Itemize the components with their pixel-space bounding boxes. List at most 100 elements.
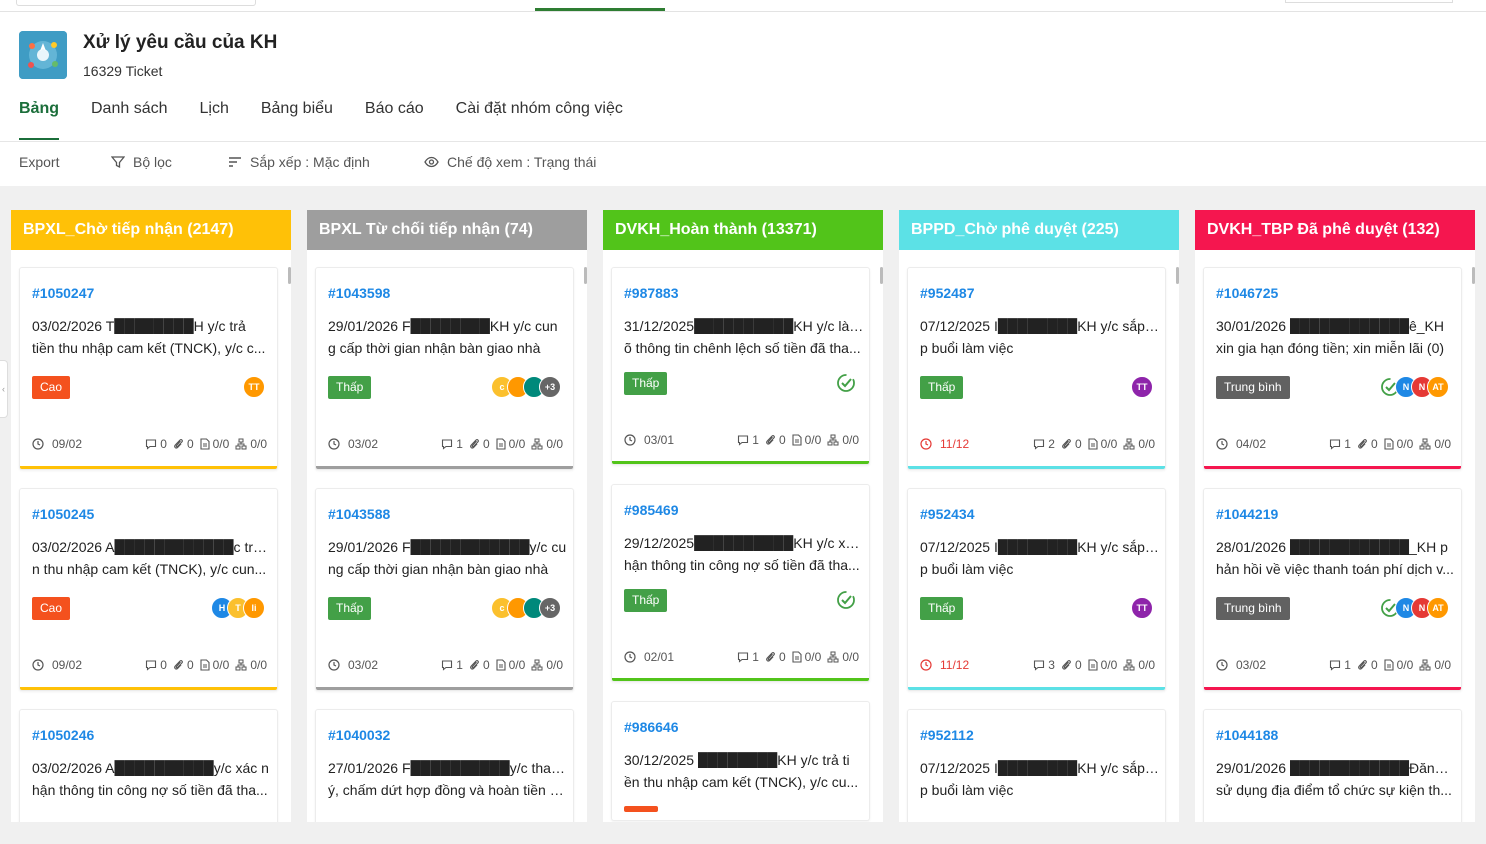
- export-button[interactable]: Export: [19, 154, 59, 170]
- paperclip-icon: [469, 659, 483, 671]
- ticket-desc-line-2: hận thông tin công nợ số tiền đã tha...: [624, 557, 860, 573]
- top-right-control[interactable]: [1285, 0, 1453, 3]
- kanban-board: BPXL_Chờ tiếp nhận (2147) #1050247 03/02/2…: [0, 186, 1486, 844]
- due-date-text: 04/02: [1236, 437, 1267, 451]
- ticket-desc-line-1: 03/02/2026 A██████████y/c xác n: [32, 760, 269, 776]
- avatar[interactable]: TT: [243, 376, 265, 398]
- avatar[interactable]: AT: [1427, 597, 1449, 619]
- ticket-card[interactable]: #1043598 29/01/2026 F████████KH y/c cun g …: [315, 267, 574, 470]
- ticket-card[interactable]: #1046725 30/01/2026 ████████████ê_KH xin g…: [1203, 267, 1462, 470]
- ticket-card[interactable]: #1050245 03/02/2026 A████████████c trả ti…: [19, 488, 278, 691]
- ticket-id[interactable]: #952112: [920, 727, 974, 743]
- document-count-text: 0/0: [212, 437, 230, 451]
- avatar[interactable]: TT: [1131, 376, 1153, 398]
- assignee-avatars: +3 c: [491, 597, 561, 619]
- card-footer: 11/12 2 0 0/0 0/0: [920, 437, 1155, 453]
- ticket-id[interactable]: #985469: [624, 502, 679, 518]
- ticket-id[interactable]: #1044219: [1216, 506, 1278, 522]
- document-count-text: 0/0: [1396, 658, 1414, 672]
- more-assignees[interactable]: +3: [539, 597, 561, 619]
- document-count: 0/0: [200, 437, 230, 451]
- avatar[interactable]: TT: [1131, 597, 1153, 619]
- ticket-card[interactable]: #952487 07/12/2025 I████████KH y/c sắp xế…: [907, 267, 1166, 470]
- ticket-id[interactable]: #987883: [624, 285, 679, 301]
- column-header[interactable]: BPXL_Chờ tiếp nhận (2147): [11, 210, 291, 250]
- ticket-card[interactable]: #1044219 28/01/2026 ████████████_KH p hản …: [1203, 488, 1462, 691]
- ticket-id[interactable]: #952434: [920, 506, 975, 522]
- ticket-desc-line-1: 29/12/2025██████████KH y/c xác n: [624, 535, 864, 551]
- comment-count-text: 1: [752, 650, 759, 664]
- filter-button[interactable]: Bộ lọc: [111, 154, 172, 170]
- ticket-id[interactable]: #1043598: [328, 285, 390, 301]
- column-header[interactable]: DVKH_TBP Đã phê duyệt (132): [1195, 210, 1475, 250]
- ticket-desc-line-2: õ thông tin chênh lệch số tiền đã tha...: [624, 340, 861, 356]
- document-count: 0/0: [200, 658, 229, 672]
- ticket-card[interactable]: #985469 29/12/2025██████████KH y/c xác n h…: [611, 484, 870, 682]
- sort-button[interactable]: Sắp xếp : Mặc định: [228, 154, 370, 170]
- column-header[interactable]: BPPD_Chờ phê duyệt (225): [899, 210, 1179, 250]
- avatar[interactable]: AT: [1427, 376, 1449, 398]
- tab-lich[interactable]: Lịch: [200, 100, 229, 140]
- comment-icon: [1033, 659, 1048, 671]
- document-count-text: 0/0: [1100, 437, 1118, 451]
- ticket-card[interactable]: #1050246 03/02/2026 A██████████y/c xác n h…: [19, 709, 278, 822]
- sidebar-toggle[interactable]: ‹: [0, 360, 8, 418]
- ticket-desc-line-2: tiền thu nhập cam kết (TNCK), y/c c...: [32, 340, 266, 356]
- top-search-box[interactable]: [16, 0, 256, 6]
- document-count: 0/0: [496, 437, 525, 451]
- subtask-icon: [827, 434, 842, 446]
- column-scrollbar[interactable]: [288, 267, 291, 284]
- ticket-desc-line-2: sử dụng địa điểm tổ chức sự kiện th...: [1216, 782, 1452, 798]
- tab-bao-cao[interactable]: Báo cáo: [365, 100, 424, 140]
- column-scrollbar[interactable]: [584, 267, 587, 284]
- ticket-id[interactable]: #1050245: [32, 506, 94, 522]
- ticket-card[interactable]: #986646 30/12/2025 ████████KH y/c trả ti ề…: [611, 701, 870, 821]
- column-header[interactable]: DVKH_Hoàn thành (13371): [603, 210, 883, 250]
- priority-badge: Cao: [32, 597, 71, 620]
- ticket-card[interactable]: #1044188 29/01/2026 ████████████Đăng ký sử…: [1203, 709, 1462, 822]
- approved-check-icon: [835, 589, 857, 611]
- ticket-id[interactable]: #1044188: [1216, 727, 1278, 743]
- ticket-id[interactable]: #1050246: [32, 727, 94, 743]
- ticket-card[interactable]: #1040032 27/01/2026 F██████████y/c thanh …: [315, 709, 574, 822]
- column-scrollbar[interactable]: [1176, 267, 1179, 284]
- clock-icon: [624, 651, 640, 663]
- subtask-count-text: 0/0: [250, 658, 267, 672]
- column-scrollbar[interactable]: [1472, 267, 1475, 284]
- card-status-bar: [316, 687, 573, 690]
- more-assignees[interactable]: +3: [539, 376, 561, 398]
- ticket-id[interactable]: #1050247: [32, 285, 94, 301]
- ticket-desc-line-2: ý, chấm dứt hợp đồng và hoàn tiền s...: [328, 782, 568, 798]
- attachment-count: 0: [469, 437, 490, 451]
- ticket-desc-line-2: hản hồi về việc thanh toán phí dịch v...: [1216, 561, 1454, 577]
- ticket-id[interactable]: #1046725: [1216, 285, 1278, 301]
- card-status-bar: [908, 466, 1165, 469]
- due-date: 02/01: [624, 650, 674, 664]
- tab-bang[interactable]: Bảng: [19, 100, 59, 140]
- document-icon: [1384, 438, 1397, 450]
- paperclip-icon: [765, 434, 779, 446]
- assignee-avatars: +3 c: [491, 376, 561, 398]
- tab-cai-dat-nhom[interactable]: Cài đặt nhóm công việc: [456, 100, 623, 140]
- due-date-text: 03/02: [348, 658, 379, 672]
- ticket-id[interactable]: #1043588: [328, 506, 390, 522]
- ticket-id[interactable]: #1040032: [328, 727, 390, 743]
- due-date: 09/02: [32, 437, 82, 451]
- comment-count: 3: [1033, 658, 1055, 672]
- ticket-card[interactable]: #952112 07/12/2025 I████████KH y/c sắp xế…: [907, 709, 1166, 822]
- ticket-card[interactable]: #1050247 03/02/2026 T████████H y/c trả tiề…: [19, 267, 278, 470]
- ticket-card[interactable]: #987883 31/12/2025██████████KH y/c làm r õ…: [611, 267, 870, 465]
- ticket-card[interactable]: #1043588 29/01/2026 F████████████y/c cu ng…: [315, 488, 574, 691]
- ticket-desc-line-1: 07/12/2025 I████████KH y/c sắp xế: [920, 760, 1160, 776]
- column-header[interactable]: BPXL Từ chối tiếp nhận (74): [307, 210, 587, 250]
- ticket-id[interactable]: #952487: [920, 285, 975, 301]
- ticket-card[interactable]: #952434 07/12/2025 I████████KH y/c sắp xế…: [907, 488, 1166, 691]
- view-mode-button[interactable]: Chế độ xem : Trạng thái: [424, 154, 596, 170]
- attachment-count-text: 0: [1370, 437, 1378, 451]
- tab-danh-sach[interactable]: Danh sách: [91, 100, 168, 140]
- tab-bang-bieu[interactable]: Bảng biểu: [261, 100, 333, 140]
- ticket-id[interactable]: #986646: [624, 719, 679, 735]
- avatar[interactable]: Ii: [243, 597, 265, 619]
- comment-count-text: 1: [1344, 437, 1351, 451]
- column-scrollbar[interactable]: [880, 267, 883, 284]
